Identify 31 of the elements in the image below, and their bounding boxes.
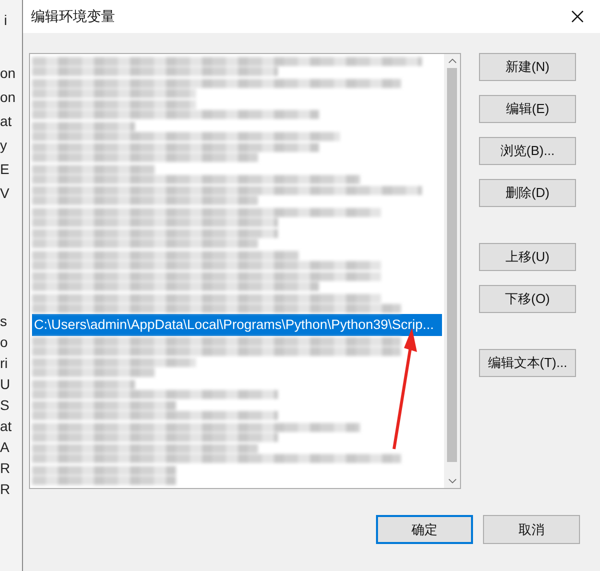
ok-button[interactable]: 确定: [376, 515, 473, 544]
side-button[interactable]: 下移(O): [479, 285, 576, 313]
scroll-down-icon[interactable]: [448, 478, 456, 484]
list-text-fragment: on: [0, 64, 17, 83]
cancel-button[interactable]: 取消: [483, 515, 580, 544]
list-text-fragment: o: [0, 333, 9, 352]
side-button[interactable]: 编辑(E): [479, 95, 576, 123]
list-text-fragment: y: [0, 136, 8, 155]
side-button[interactable]: 浏览(B)...: [479, 137, 576, 165]
list-item[interactable]: C:\Users\admin\AppData\Local\Programs\Python\Python39\Scrip...: [32, 314, 442, 336]
list-text-fragment: R: [0, 459, 12, 478]
list-text-fragment: E: [0, 160, 10, 179]
list-text-fragment: U: [0, 375, 12, 394]
list-text-fragment: S: [0, 396, 10, 415]
side-button[interactable]: 编辑文本(T)...: [479, 349, 576, 377]
side-button[interactable]: 新建(N): [479, 53, 576, 81]
scrollbar[interactable]: [444, 54, 460, 488]
side-button[interactable]: 删除(D): [479, 179, 576, 207]
window-title: 编辑环境变量: [31, 8, 115, 26]
window-title-fragment: i: [4, 12, 8, 28]
list-text-fragment: ri: [0, 354, 9, 373]
list-text-fragment: on: [0, 88, 17, 107]
list-text-fragment: V: [0, 184, 10, 203]
side-button[interactable]: 上移(U): [479, 243, 576, 271]
list-text-fragment: R: [0, 480, 12, 499]
scroll-up-icon[interactable]: [448, 58, 456, 64]
list-text-fragment: at: [0, 417, 13, 436]
list-text-fragment: s: [0, 312, 8, 331]
close-icon[interactable]: [571, 10, 584, 23]
list-text-fragment: A: [0, 438, 10, 457]
list-text-fragment: at: [0, 112, 13, 131]
